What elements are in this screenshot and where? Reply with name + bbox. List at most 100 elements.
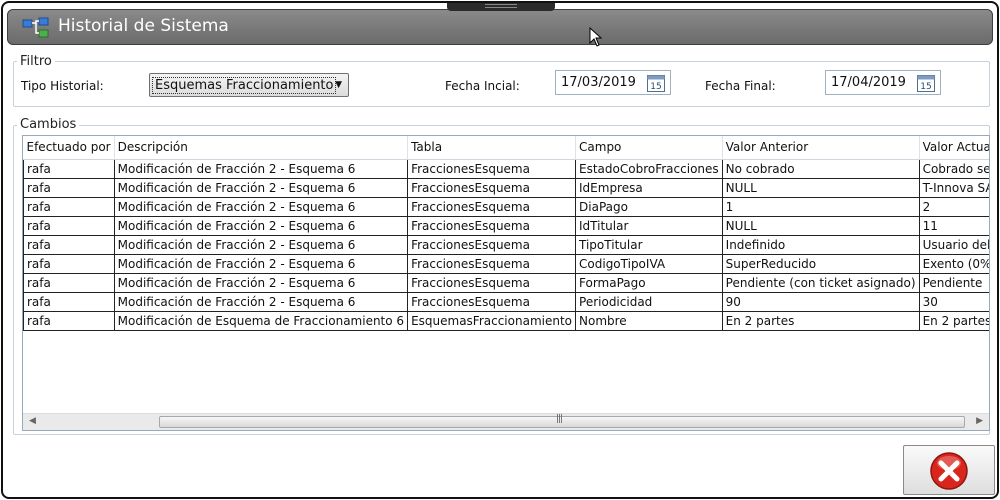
cell-campo: FormaPago	[575, 273, 723, 293]
scrollbar-thumb[interactable]: |||	[159, 414, 965, 428]
cell-tabla: FraccionesEsquema	[407, 292, 577, 312]
cell-valor-anterior: 1	[722, 197, 920, 217]
tipo-historial-value: Esquemas Fraccionamiento	[152, 77, 337, 94]
cell-efectuado-por: rafa	[23, 273, 115, 293]
cell-descripcion: Modificación de Fracción 2 - Esquema 6	[114, 178, 409, 198]
table-row[interactable]: rafa Modificación de Fracción 2 - Esquema…	[23, 216, 989, 236]
calendar-day: 15	[650, 82, 661, 92]
fecha-final-value: 17/04/2019	[831, 75, 906, 90]
column-header-valor-actual[interactable]: Valor Actual	[919, 136, 989, 160]
table-body: rafa Modificación de Fracción 2 - Esquema…	[23, 159, 989, 331]
cell-descripcion: Modificación de Esquema de Fraccionamien…	[114, 311, 409, 331]
cell-descripcion: Modificación de Fracción 2 - Esquema 6	[114, 292, 409, 312]
cell-valor-anterior: NULL	[722, 216, 920, 236]
cell-campo: EstadoCobroFracciones	[575, 159, 723, 179]
mouse-cursor-icon	[589, 27, 603, 47]
cell-tabla: FraccionesEsquema	[407, 235, 577, 255]
fecha-final-label: Fecha Final:	[705, 79, 776, 93]
cell-valor-actual: En 2 partes 50%	[919, 311, 989, 331]
changes-group-title: Cambios	[17, 117, 80, 132]
calendar-icon[interactable]: 15	[646, 73, 666, 93]
cell-tabla: EsquemasFraccionamiento	[407, 311, 577, 331]
fecha-inicial-datepicker[interactable]: 17/03/2019 15	[555, 70, 671, 95]
cell-valor-anterior: Indefinido	[722, 235, 920, 255]
table-row[interactable]: rafa Modificación de Fracción 2 - Esquema…	[23, 254, 989, 274]
cell-tabla: FraccionesEsquema	[407, 178, 577, 198]
cell-valor-actual: 11	[919, 216, 989, 236]
horizontal-scrollbar[interactable]: ◀ ||| ▶	[23, 413, 989, 430]
cell-valor-actual: Usuario del contrato	[919, 235, 989, 255]
network-icon	[22, 17, 49, 38]
cell-efectuado-por: rafa	[23, 197, 115, 217]
scroll-left-icon[interactable]: ◀	[29, 416, 36, 426]
cell-descripcion: Modificación de Fracción 2 - Esquema 6	[114, 235, 409, 255]
changes-table: Efectuado por Descripción Tabla Campo Va…	[23, 136, 989, 331]
cell-tabla: FraccionesEsquema	[407, 216, 577, 236]
cell-valor-actual: Pendiente	[919, 273, 989, 293]
cell-campo: IdTitular	[575, 216, 723, 236]
cell-valor-actual: 30	[919, 292, 989, 312]
close-button[interactable]	[903, 445, 995, 495]
chevron-down-icon: ▼	[335, 80, 342, 90]
table-row[interactable]: rafa Modificación de Fracción 2 - Esquema…	[23, 159, 989, 179]
table-row[interactable]: rafa Modificación de Fracción 2 - Esquema…	[23, 273, 989, 293]
scroll-right-icon[interactable]: ▶	[976, 416, 983, 426]
close-icon	[930, 452, 968, 490]
cell-descripcion: Modificación de Fracción 2 - Esquema 6	[114, 216, 409, 236]
table-row[interactable]: rafa Modificación de Fracción 2 - Esquema…	[23, 292, 989, 312]
cell-efectuado-por: rafa	[23, 216, 115, 236]
cell-efectuado-por: rafa	[23, 159, 115, 179]
cell-tabla: FraccionesEsquema	[407, 159, 577, 179]
fecha-inicial-label: Fecha Incial:	[445, 79, 520, 93]
cell-descripcion: Modificación de Fracción 2 - Esquema 6	[114, 254, 409, 274]
cell-campo: Nombre	[575, 311, 723, 331]
column-header-descripcion[interactable]: Descripción	[114, 136, 409, 160]
table-header-row: Efectuado por Descripción Tabla Campo Va…	[23, 136, 989, 160]
changes-grid[interactable]: Efectuado por Descripción Tabla Campo Va…	[22, 135, 990, 431]
column-header-valor-anterior[interactable]: Valor Anterior	[722, 136, 920, 160]
calendar-icon[interactable]: 15	[916, 73, 936, 93]
fecha-final-datepicker[interactable]: 17/04/2019 15	[825, 70, 941, 95]
table-row[interactable]: rafa Modificación de Fracción 2 - Esquema…	[23, 178, 989, 198]
cell-efectuado-por: rafa	[23, 235, 115, 255]
cell-tabla: FraccionesEsquema	[407, 273, 577, 293]
cell-descripcion: Modificación de Fracción 2 - Esquema 6	[114, 273, 409, 293]
fecha-inicial-value: 17/03/2019	[561, 75, 636, 90]
cell-valor-anterior: Pendiente (con ticket asignado)	[722, 273, 920, 293]
cell-campo: Periodicidad	[575, 292, 723, 312]
cell-campo: IdEmpresa	[575, 178, 723, 198]
history-window: Historial de Sistema Filtro Tipo Histori…	[1, 1, 999, 499]
title-bar[interactable]: Historial de Sistema	[7, 9, 993, 45]
cell-valor-anterior: No cobrado	[722, 159, 920, 179]
column-header-campo[interactable]: Campo	[575, 136, 723, 160]
cell-valor-anterior: 90	[722, 292, 920, 312]
table-row[interactable]: rafa Modificación de Esquema de Fracciona…	[23, 311, 989, 331]
table-row[interactable]: rafa Modificación de Fracción 2 - Esquema…	[23, 235, 989, 255]
cell-efectuado-por: rafa	[23, 178, 115, 198]
cell-valor-anterior: SuperReducido	[722, 254, 920, 274]
cell-efectuado-por: rafa	[23, 254, 115, 274]
tipo-historial-select[interactable]: Esquemas Fraccionamiento ▼	[149, 73, 349, 97]
window-drag-handle[interactable]	[447, 3, 555, 11]
cell-campo: DiaPago	[575, 197, 723, 217]
cell-tabla: FraccionesEsquema	[407, 254, 577, 274]
column-header-tabla[interactable]: Tabla	[407, 136, 577, 160]
cell-efectuado-por: rafa	[23, 311, 115, 331]
cell-efectuado-por: rafa	[23, 292, 115, 312]
cell-valor-actual: Exento (0%)	[919, 254, 989, 274]
cell-valor-anterior: En 2 partes	[722, 311, 920, 331]
cell-tabla: FraccionesEsquema	[407, 197, 577, 217]
cell-valor-actual: T-Innova SA	[919, 178, 989, 198]
filter-group-title: Filtro	[17, 54, 55, 69]
calendar-day: 15	[920, 82, 931, 92]
cell-campo: TipoTitular	[575, 235, 723, 255]
scrollbar-grip: |||	[556, 414, 563, 424]
cell-valor-anterior: NULL	[722, 178, 920, 198]
window-title: Historial de Sistema	[58, 16, 229, 36]
tipo-historial-label: Tipo Historial:	[21, 79, 104, 93]
cell-valor-actual: 2	[919, 197, 989, 217]
table-row[interactable]: rafa Modificación de Fracción 2 - Esquema…	[23, 197, 989, 217]
cell-descripcion: Modificación de Fracción 2 - Esquema 6	[114, 197, 409, 217]
column-header-efectuado-por[interactable]: Efectuado por	[23, 136, 115, 160]
cell-campo: CodigoTipoIVA	[575, 254, 723, 274]
